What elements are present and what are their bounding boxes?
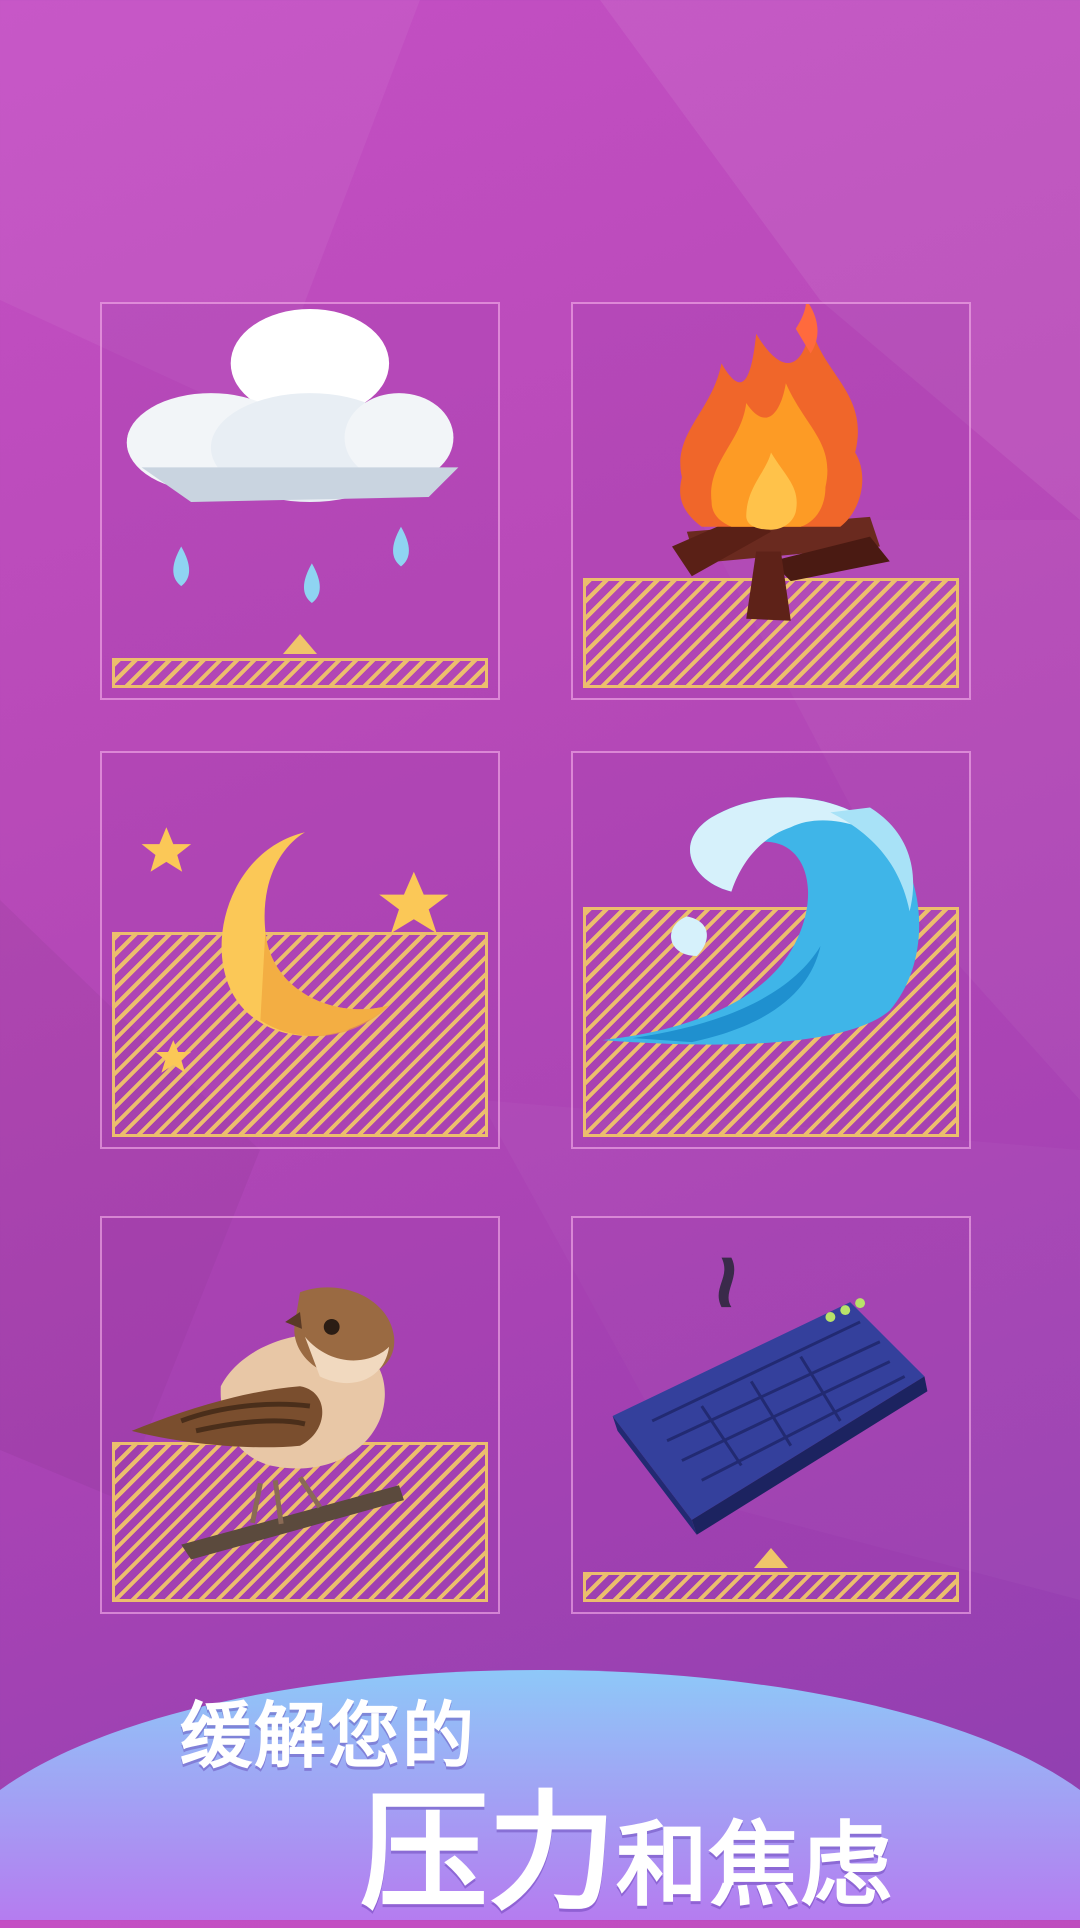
- caption-line-2: 压力和焦虑: [360, 1790, 892, 1918]
- rain-cloud-icon: [126, 308, 459, 603]
- sparrow-bird-icon: [131, 1287, 404, 1560]
- sound-tile-bird[interactable]: [100, 1216, 500, 1614]
- sound-tile-rain[interactable]: [100, 302, 500, 700]
- sound-tile-night[interactable]: [100, 751, 500, 1149]
- sound-tile-fire[interactable]: [571, 302, 971, 700]
- sound-tile-ocean[interactable]: [571, 751, 971, 1149]
- caption-rest: 和焦虑: [616, 1812, 893, 1919]
- ocean-wave-icon: [602, 797, 920, 1045]
- caption-emphasis: 压力: [360, 1779, 617, 1928]
- crescent-moon-stars-icon: [141, 827, 449, 1073]
- caption-line-1: 缓解您的: [180, 1694, 477, 1778]
- campfire-icon: [672, 304, 890, 621]
- keyboard-icon: [612, 1257, 928, 1535]
- sound-tile-keyboard[interactable]: [571, 1216, 971, 1614]
